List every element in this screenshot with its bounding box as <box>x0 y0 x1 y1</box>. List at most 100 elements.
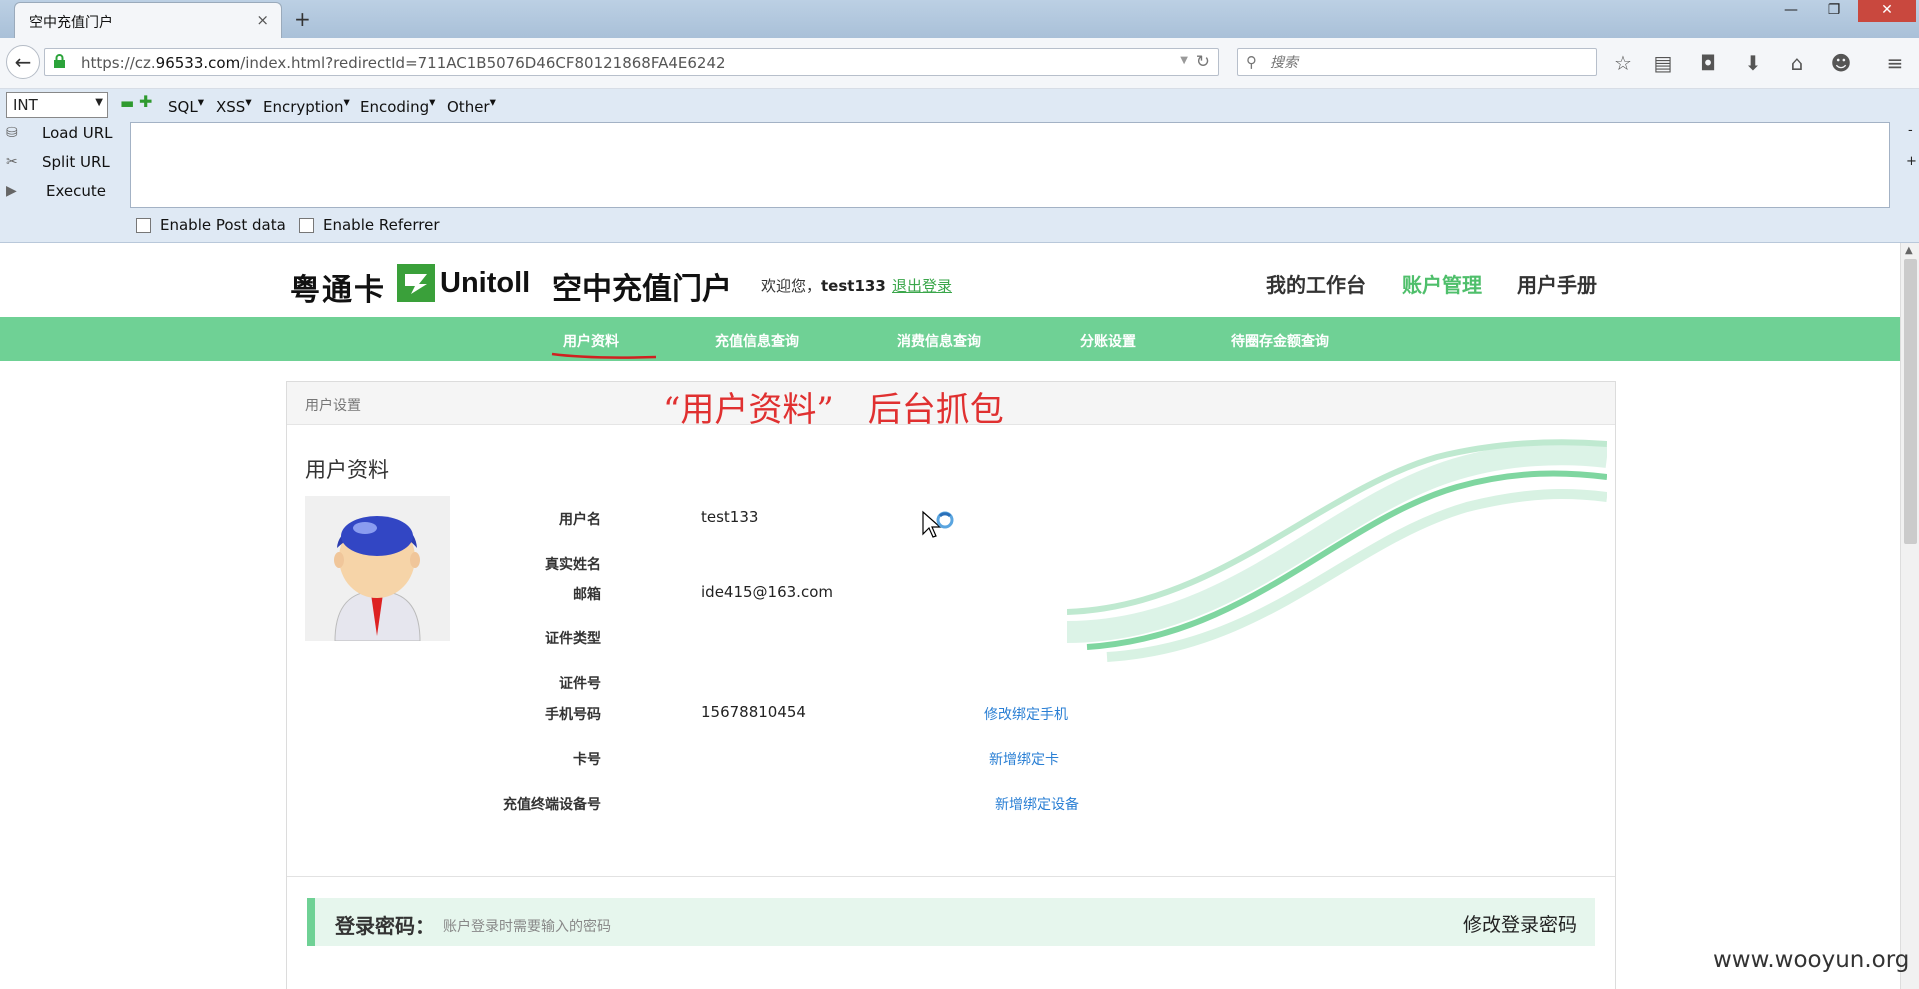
add-card-link[interactable]: 新增绑定卡 <box>989 749 1059 769</box>
split-url-button[interactable]: ✂ Split URL <box>0 150 130 178</box>
search-input[interactable] <box>1268 52 1572 74</box>
lock-icon <box>53 54 66 73</box>
home-icon[interactable]: ⌂ <box>1782 49 1812 77</box>
url-bar[interactable]: https://cz.96533.com/index.html?redirect… <box>44 48 1219 76</box>
field-value-username: test133 <box>701 508 759 526</box>
maximize-icon[interactable]: ❐ <box>1813 0 1855 22</box>
menu-encoding[interactable]: Encoding▾ <box>360 94 435 116</box>
subnav-pending-amount-query[interactable]: 待圈存金额查询 <box>1231 331 1329 351</box>
logout-link[interactable]: 退出登录 <box>892 275 952 296</box>
nav-account-management[interactable]: 账户管理 <box>1402 269 1482 298</box>
hackbar-url-textarea[interactable] <box>130 122 1890 208</box>
nav-workbench[interactable]: 我的工作台 <box>1266 269 1366 298</box>
sub-navigation: 用户资料 充值信息查询 消费信息查询 分账设置 待圈存金额查询 <box>0 317 1900 361</box>
field-value-email: ide415@163.com <box>701 583 833 601</box>
execute-label: Execute <box>46 182 106 200</box>
logo-chinese: 粤通卡 <box>290 273 386 308</box>
field-label-card-number: 卡号 <box>573 752 601 768</box>
field-label-id-type: 证件类型 <box>545 631 601 647</box>
web-page: 粤通卡 Unitoll 空中充值门户 欢迎您，test133 退出登录 我的工作… <box>0 243 1900 989</box>
menu-other-label: Other <box>447 98 490 116</box>
split-url-label: Split URL <box>42 153 110 171</box>
url-domain: 96533.com <box>155 54 241 72</box>
menu-other[interactable]: Other▾ <box>447 94 496 116</box>
minus-icon[interactable]: ▬ <box>120 96 134 111</box>
field-label-username: 用户名 <box>559 512 601 528</box>
logo-icon <box>397 264 435 302</box>
password-title: 登录密码： <box>335 914 435 938</box>
field-label-id-number: 证件号 <box>559 676 601 692</box>
minimize-icon[interactable]: — <box>1770 0 1812 22</box>
reload-icon[interactable]: ↻ <box>1196 52 1210 72</box>
new-tab-icon[interactable]: + <box>294 7 311 31</box>
download-icon[interactable]: ⬇ <box>1738 49 1768 77</box>
reading-list-icon[interactable]: ▤ <box>1648 49 1678 77</box>
int-select[interactable]: INT ▼ <box>6 92 108 118</box>
annotation-underline <box>551 352 657 359</box>
change-phone-link[interactable]: 修改绑定手机 <box>984 704 1068 724</box>
subnav-consumption-query[interactable]: 消费信息查询 <box>897 331 981 351</box>
welcome-username: test133 <box>821 277 886 295</box>
section-title: 用户资料 <box>305 458 389 482</box>
menu-sql-label: SQL <box>168 98 198 116</box>
load-url-button[interactable]: ⛁ Load URL <box>0 121 130 149</box>
tab-title: 空中充值门户 <box>29 15 113 31</box>
portal-name: 空中充值门户 <box>552 272 732 307</box>
chevron-down-icon: ▼ <box>95 97 103 108</box>
scroll-thumb[interactable] <box>1904 259 1917 544</box>
checkbox-label: Enable Referrer <box>323 216 440 234</box>
tab-close-icon[interactable]: × <box>256 11 269 29</box>
pocket-icon[interactable]: ◘ <box>1693 49 1723 77</box>
busy-cursor-icon <box>922 510 954 538</box>
chat-icon[interactable]: ☻ <box>1826 49 1856 77</box>
navigation-toolbar: ← https://cz.96533.com/index.html?redire… <box>0 38 1919 89</box>
menu-xss[interactable]: XSS▾ <box>216 94 252 116</box>
plus-icon[interactable]: ✚ <box>139 94 153 110</box>
url-dropdown-icon[interactable]: ▼ <box>1180 55 1188 66</box>
breadcrumb: 用户设置 <box>305 398 361 414</box>
scroll-up-icon[interactable]: ▲ <box>1905 245 1913 256</box>
login-password-section: 登录密码： 账户登录时需要输入的密码 修改登录密码 <box>307 898 1595 946</box>
subnav-split-settings[interactable]: 分账设置 <box>1080 331 1136 351</box>
user-settings-panel: 用户设置 “用户资料” 后台抓包 用户资料 用户名 test133 真实姓名 邮… <box>286 381 1616 989</box>
nav-user-manual[interactable]: 用户手册 <box>1517 269 1597 298</box>
load-url-icon: ⛁ <box>6 125 18 141</box>
watermark: www.wooyun.org <box>1713 947 1910 973</box>
menu-sql[interactable]: SQL▾ <box>168 94 204 116</box>
menu-encoding-label: Encoding <box>360 98 430 116</box>
browser-tab[interactable]: 空中充值门户 × <box>14 2 282 39</box>
subnav-recharge-query[interactable]: 充值信息查询 <box>715 331 799 351</box>
menu-encryption[interactable]: Encryption▾ <box>263 94 350 116</box>
grow-textarea-button[interactable]: + <box>1906 154 1917 169</box>
browser-tab-bar: 空中充值门户 × + — ❐ ✕ <box>0 0 1919 39</box>
logo-english: Unitoll <box>440 267 531 299</box>
password-description: 账户登录时需要输入的密码 <box>443 919 611 935</box>
menu-icon[interactable]: ≡ <box>1880 49 1910 77</box>
menu-encryption-label: Encryption <box>263 98 344 116</box>
decorative-swoosh <box>1067 439 1607 662</box>
change-password-link[interactable]: 修改登录密码 <box>1463 910 1577 937</box>
checkbox-box[interactable] <box>299 218 314 233</box>
search-box[interactable]: ⚲ <box>1237 48 1597 76</box>
star-icon[interactable]: ☆ <box>1608 49 1638 77</box>
search-icon: ⚲ <box>1246 53 1257 71</box>
field-label-email: 邮箱 <box>573 587 601 603</box>
back-button[interactable]: ← <box>6 45 40 79</box>
site-header: 粤通卡 Unitoll 空中充值门户 欢迎您，test133 退出登录 我的工作… <box>0 243 1900 317</box>
add-device-link[interactable]: 新增绑定设备 <box>995 794 1079 814</box>
menu-xss-label: XSS <box>216 98 246 116</box>
load-url-label: Load URL <box>42 124 113 142</box>
field-value-phone: 15678810454 <box>701 703 806 721</box>
divider <box>287 876 1615 877</box>
url-text[interactable]: https://cz.96533.com/index.html?redirect… <box>81 54 726 72</box>
window-close-icon[interactable]: ✕ <box>1858 0 1916 22</box>
page-scrollbar[interactable]: ▲ <box>1900 243 1919 989</box>
annotation-text: “用户资料” 后台抓包 <box>663 390 1004 430</box>
subnav-user-profile[interactable]: 用户资料 <box>563 331 619 351</box>
int-select-value: INT <box>13 96 38 114</box>
field-label-device-number: 充值终端设备号 <box>503 797 601 813</box>
execute-button[interactable]: ▶ Execute <box>0 179 130 207</box>
checkbox-box[interactable] <box>136 218 151 233</box>
welcome-prefix: 欢迎您， <box>761 277 822 295</box>
shrink-textarea-button[interactable]: - <box>1908 123 1913 138</box>
